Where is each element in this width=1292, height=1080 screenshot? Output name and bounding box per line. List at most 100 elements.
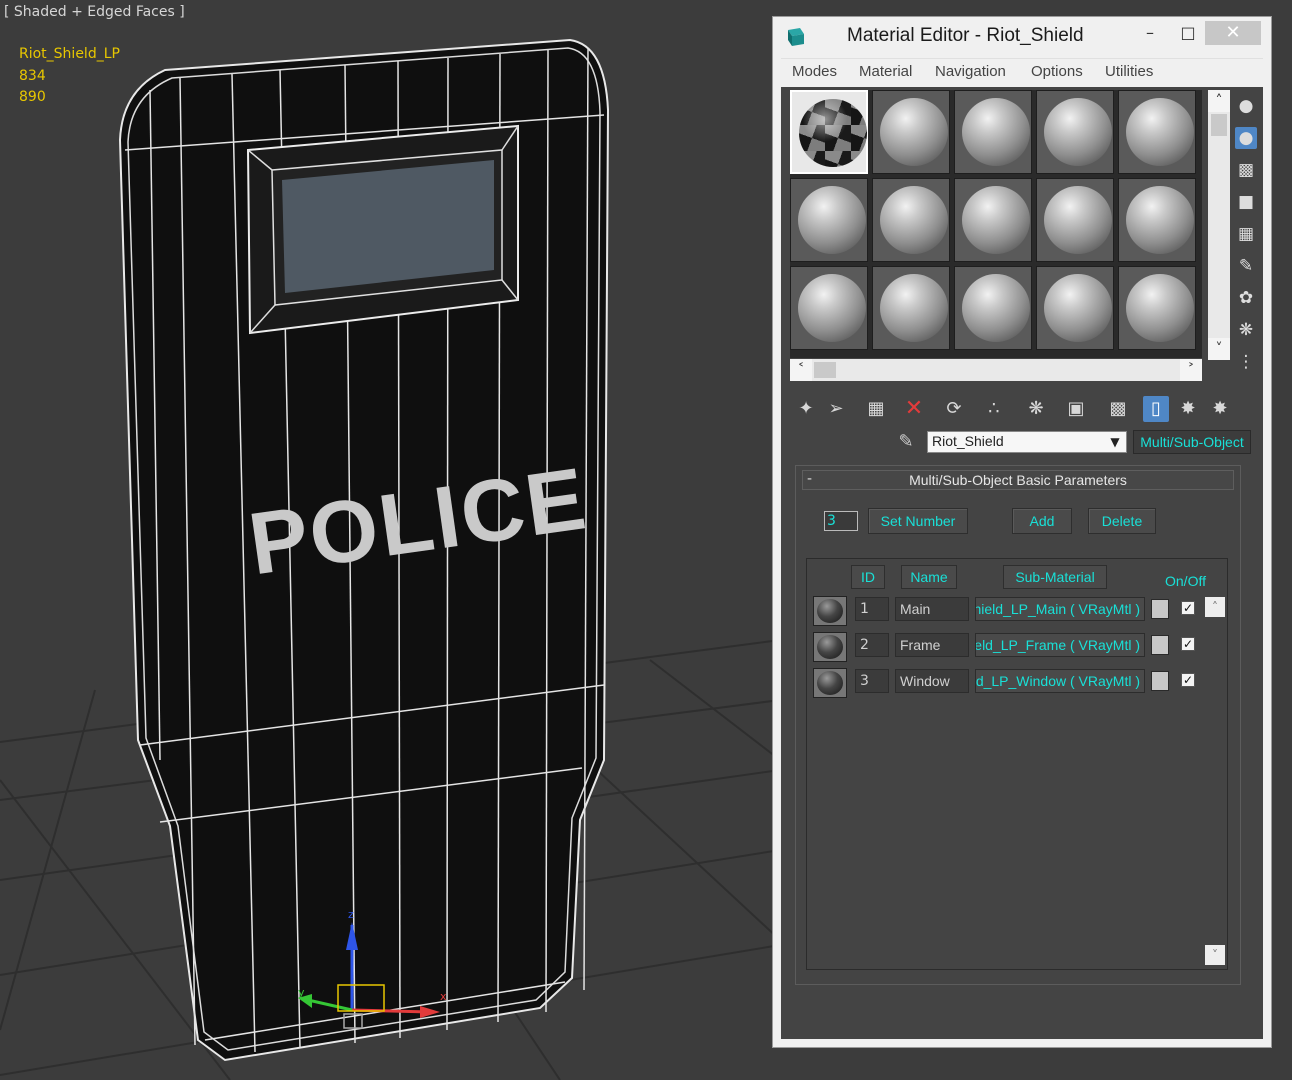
material-type-button[interactable]: Multi/Sub-Object — [1133, 430, 1251, 454]
list-scroll-down-icon[interactable]: ˅ — [1205, 945, 1225, 965]
sample-slot-6[interactable] — [790, 178, 868, 262]
sample-slot-9[interactable] — [1036, 178, 1114, 262]
show-end-result-icon[interactable]: ▯ — [1143, 396, 1169, 422]
menu-material[interactable]: Material — [859, 63, 912, 80]
material-id-channel-icon[interactable]: ▣ — [1063, 396, 1089, 422]
sample-slot-8[interactable] — [954, 178, 1032, 262]
polygon-count-stat: 834 — [19, 67, 46, 84]
sample-slot-12[interactable] — [872, 266, 950, 350]
sample-slot-13[interactable] — [954, 266, 1032, 350]
material-sphere-preview — [880, 98, 948, 166]
background-checker-icon[interactable]: ▩ — [1235, 159, 1257, 181]
scroll-down-icon[interactable]: ˅ — [1208, 338, 1230, 360]
slots-horizontal-scrollbar[interactable]: ˂ ˃ — [790, 359, 1202, 381]
chevron-down-icon[interactable]: ▼ — [1105, 432, 1125, 452]
title-bar[interactable]: Material Editor - Riot_Shield – □ ✕ — [773, 17, 1271, 57]
show-map-in-viewport-icon[interactable]: ▩ — [1105, 396, 1131, 422]
material-sphere-preview — [880, 186, 948, 254]
sub-material-thumbnail[interactable] — [813, 632, 847, 662]
sample-slot-15[interactable] — [1118, 266, 1196, 350]
material-sphere-preview — [798, 186, 866, 254]
sub-material-thumbnail[interactable] — [813, 668, 847, 698]
sub-material-thumbnail[interactable] — [813, 596, 847, 626]
row-id-field[interactable]: 3 — [855, 669, 889, 693]
menu-navigation[interactable]: Navigation — [935, 63, 1006, 80]
name-column-header[interactable]: Name — [901, 565, 957, 589]
video-color-check-icon[interactable]: ▦ — [1235, 223, 1257, 245]
gizmo-z-label: z — [348, 908, 354, 921]
gizmo-y-label: y — [298, 986, 305, 999]
put-to-scene-icon[interactable]: ➢ — [823, 396, 849, 422]
id-column-header[interactable]: ID — [851, 565, 885, 589]
row-name-field[interactable]: Window — [895, 669, 969, 693]
sample-slot-10[interactable] — [1118, 178, 1196, 262]
delete-icon[interactable]: ✕ — [901, 396, 927, 422]
set-number-button[interactable]: Set Number — [868, 508, 968, 534]
maximize-button[interactable]: □ — [1173, 21, 1203, 45]
make-copy-icon[interactable]: ⟳ — [941, 396, 967, 422]
close-button[interactable]: ✕ — [1205, 21, 1261, 45]
object-name-stat: Riot_Shield_LP — [19, 46, 120, 62]
material-sphere-preview — [798, 274, 866, 342]
make-preview-icon[interactable]: ✎ — [1235, 255, 1257, 277]
assign-to-selection-icon[interactable]: ▦ — [863, 396, 889, 422]
row-sub-material-button[interactable]: d_LP_Window ( VRayMtl ) — [975, 669, 1145, 693]
options-icon[interactable]: ✿ — [1235, 287, 1257, 309]
sample-slot-11[interactable] — [790, 266, 868, 350]
get-material-icon[interactable]: ✦ — [793, 396, 819, 422]
delete-button[interactable]: Delete — [1088, 508, 1156, 534]
menu-modes[interactable]: Modes — [792, 63, 837, 80]
material-sphere-preview — [1126, 98, 1194, 166]
row-sub-material-button[interactable]: hield_LP_Main ( VRayMtl ) — [975, 597, 1145, 621]
sample-slot-7[interactable] — [872, 178, 950, 262]
material-name-field[interactable]: Riot_Shield — [927, 431, 1127, 453]
go-forward-to-sibling-icon[interactable]: ✸ — [1207, 396, 1233, 422]
row-color-swatch[interactable] — [1151, 671, 1169, 691]
sub-material-column-header[interactable]: Sub-Material — [1003, 565, 1107, 589]
select-by-material-icon[interactable]: ❋ — [1235, 319, 1257, 341]
rollout-header[interactable]: - Multi/Sub-Object Basic Parameters — [802, 470, 1234, 490]
menu-utilities[interactable]: Utilities — [1105, 63, 1153, 80]
eyedropper-icon[interactable]: ✎ — [895, 431, 917, 453]
scroll-thumb[interactable] — [814, 362, 836, 378]
add-button[interactable]: Add — [1012, 508, 1072, 534]
viewport-shading-label[interactable]: [ Shaded + Edged Faces ] — [4, 4, 185, 20]
row-on-off-checkbox[interactable]: ✓ — [1181, 673, 1195, 687]
row-on-off-checkbox[interactable]: ✓ — [1181, 637, 1195, 651]
scroll-thumb[interactable] — [1211, 114, 1227, 136]
sample-slot-3[interactable] — [954, 90, 1032, 174]
sub-material-row: 2 Frame eld_LP_Frame ( VRayMtl ) ✓ — [807, 629, 1227, 662]
scroll-up-icon[interactable]: ˄ — [1208, 90, 1230, 112]
menu-options[interactable]: Options — [1031, 63, 1083, 80]
row-color-swatch[interactable] — [1151, 635, 1169, 655]
minimize-button[interactable]: – — [1135, 21, 1165, 45]
material-sphere-preview — [962, 274, 1030, 342]
slots-vertical-scrollbar[interactable]: ˄ ˅ — [1208, 90, 1230, 360]
sample-type-sphere-icon[interactable]: ● — [1235, 95, 1257, 117]
row-sub-material-button[interactable]: eld_LP_Frame ( VRayMtl ) — [975, 633, 1145, 657]
make-unique-icon[interactable]: ∴ — [981, 396, 1007, 422]
sample-slot-14[interactable] — [1036, 266, 1114, 350]
material-navigator-icon[interactable]: ⋮ — [1235, 351, 1257, 373]
row-color-swatch[interactable] — [1151, 599, 1169, 619]
sub-material-count-field[interactable]: 3 — [824, 511, 858, 531]
material-editor-window: Material Editor - Riot_Shield – □ ✕ Mode… — [772, 16, 1272, 1048]
put-to-library-icon[interactable]: ❋ — [1023, 396, 1049, 422]
row-id-field[interactable]: 2 — [855, 633, 889, 657]
row-name-field[interactable]: Frame — [895, 633, 969, 657]
multi-sub-object-rollout: - Multi/Sub-Object Basic Parameters 3 Se… — [795, 465, 1241, 985]
sample-uv-tiling-icon[interactable]: ■ — [1235, 191, 1257, 213]
backlight-icon[interactable]: ● — [1235, 127, 1257, 149]
sample-slot-2[interactable] — [872, 90, 950, 174]
go-to-parent-icon[interactable]: ✸ — [1175, 396, 1201, 422]
row-name-field[interactable]: Main — [895, 597, 969, 621]
sample-slot-1[interactable] — [790, 90, 868, 174]
sample-slot-4[interactable] — [1036, 90, 1114, 174]
row-id-field[interactable]: 1 — [855, 597, 889, 621]
scroll-right-icon[interactable]: ˃ — [1180, 359, 1202, 381]
material-sphere-preview — [1126, 274, 1194, 342]
row-on-off-checkbox[interactable]: ✓ — [1181, 601, 1195, 615]
scroll-left-icon[interactable]: ˂ — [790, 359, 812, 381]
gizmo-x-label: x — [440, 990, 447, 1003]
sample-slot-5[interactable] — [1118, 90, 1196, 174]
